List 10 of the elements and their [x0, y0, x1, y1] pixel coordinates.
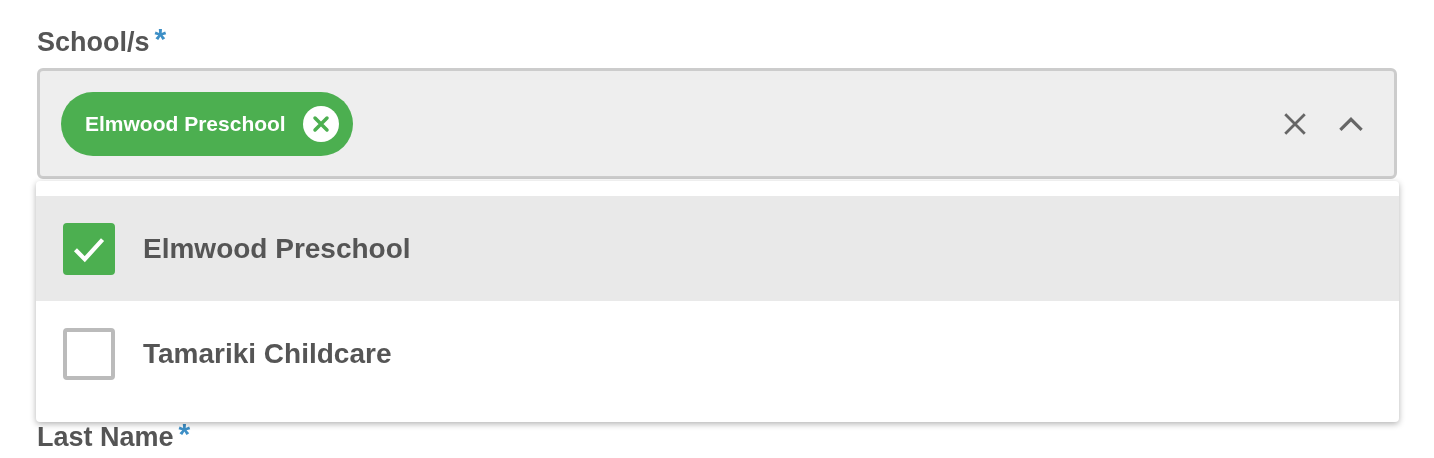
- dropdown-option[interactable]: Elmwood Preschool: [36, 196, 1399, 301]
- remove-icon[interactable]: [302, 105, 339, 142]
- checkbox[interactable]: [63, 327, 115, 380]
- chevron-up-icon[interactable]: [1338, 115, 1364, 132]
- required-asterisk: *: [178, 417, 191, 451]
- required-asterisk: *: [154, 22, 167, 56]
- dropdown-option[interactable]: Tamariki Childcare: [36, 301, 1399, 406]
- field-label: Last Name: [37, 421, 174, 454]
- field-label: School/s: [37, 26, 150, 59]
- checkbox[interactable]: [63, 222, 115, 275]
